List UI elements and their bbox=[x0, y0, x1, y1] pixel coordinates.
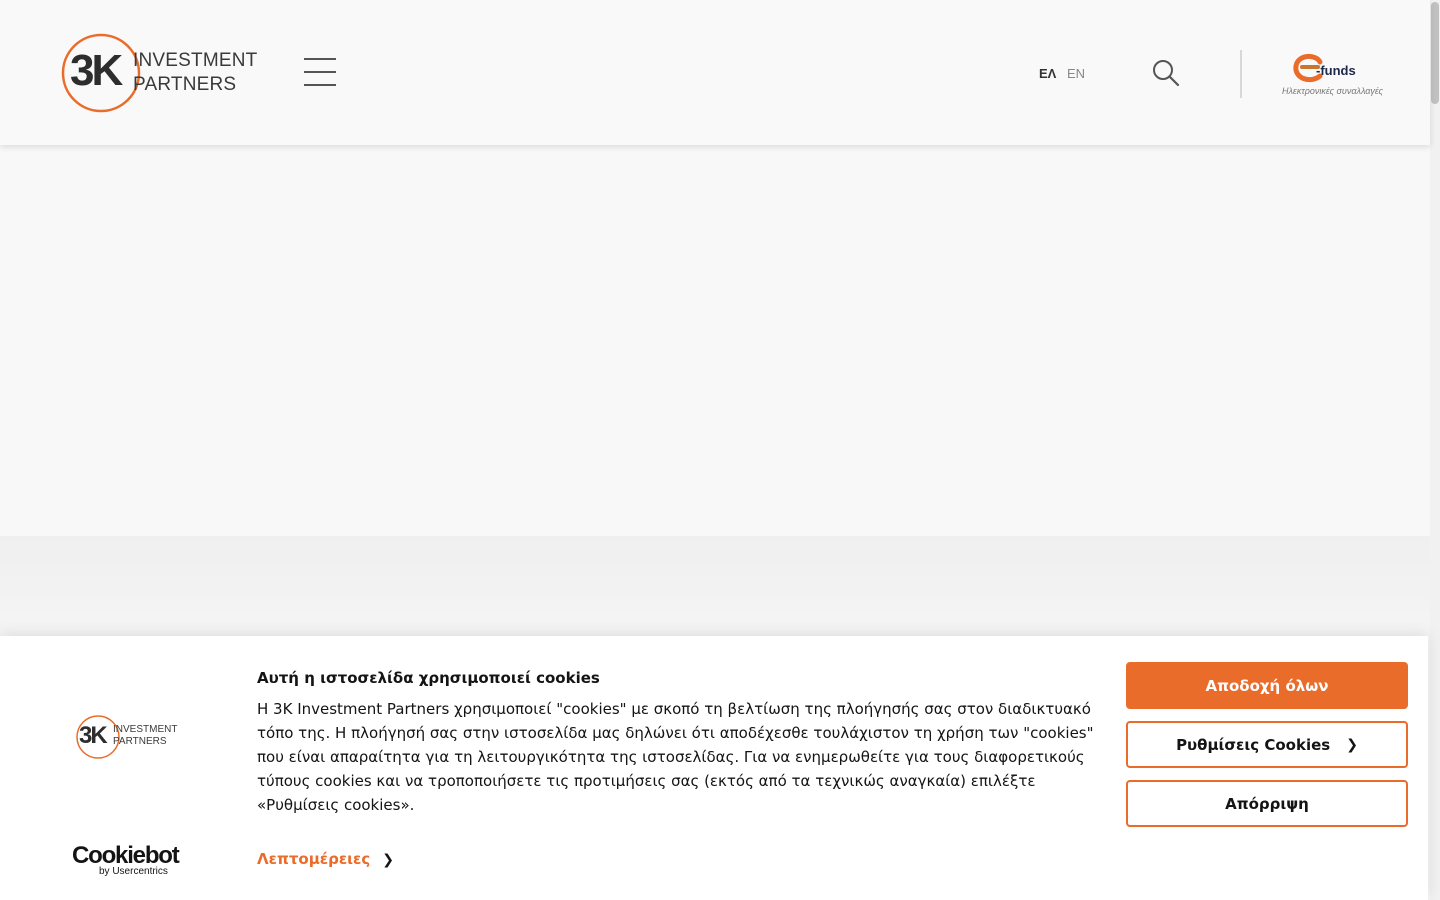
reject-button[interactable]: Απόρριψη bbox=[1126, 780, 1408, 827]
language-en[interactable]: EN bbox=[1067, 66, 1085, 81]
cookie-settings-button[interactable]: Ρυθμίσεις Cookies ❯ bbox=[1126, 721, 1408, 768]
cookie-title: Αυτή η ιστοσελίδα χρησιμοποιεί cookies bbox=[257, 669, 600, 687]
efunds-link[interactable]: -funds Ηλεκτρονικές συναλλαγές bbox=[1278, 52, 1383, 100]
hero-area bbox=[0, 145, 1430, 536]
cookiebot-name: Cookiebot bbox=[72, 842, 180, 869]
cookiebot-logo[interactable]: Cookiebot by Usercentrics bbox=[72, 842, 180, 878]
logo-mark: 3K bbox=[79, 722, 108, 749]
logo-text-line1: INVESTMENT bbox=[133, 50, 258, 71]
cookie-banner-logo: 3K INVESTMENT PARTNERS bbox=[75, 714, 178, 762]
chevron-right-icon: ❯ bbox=[382, 852, 394, 868]
scrollbar-thumb[interactable] bbox=[1431, 2, 1439, 104]
cookie-banner: 3K INVESTMENT PARTNERS Cookiebot by User… bbox=[0, 636, 1428, 900]
efunds-brand: -funds bbox=[1316, 63, 1356, 78]
cookie-description: Η 3K Investment Partners χρησιμοποιεί "c… bbox=[257, 700, 1094, 814]
page-scrollbar[interactable] bbox=[1430, 0, 1440, 900]
header-divider bbox=[1240, 50, 1242, 98]
search-icon[interactable] bbox=[1152, 59, 1180, 87]
logo-text-line2: PARTNERS bbox=[113, 736, 167, 747]
site-header: 3K INVESTMENT PARTNERS ΕΛ EN -funds Ηλεκ… bbox=[0, 0, 1430, 145]
cookiebot-by: by Usercentrics bbox=[99, 866, 168, 877]
accept-all-label: Αποδοχή όλων bbox=[1205, 676, 1329, 695]
logo-text-line2: PARTNERS bbox=[133, 74, 237, 95]
cookie-details-link[interactable]: Λεπτομέρειες ❯ bbox=[257, 850, 394, 868]
cookie-details-label: Λεπτομέρειες bbox=[257, 850, 371, 868]
cookie-settings-label: Ρυθμίσεις Cookies bbox=[1176, 735, 1331, 754]
efunds-subtitle: Ηλεκτρονικές συναλλαγές bbox=[1282, 86, 1383, 96]
logo-mark: 3K bbox=[70, 46, 123, 95]
language-el[interactable]: ΕΛ bbox=[1039, 66, 1056, 81]
chevron-right-icon: ❯ bbox=[1346, 736, 1358, 753]
reject-label: Απόρριψη bbox=[1225, 794, 1309, 813]
hamburger-menu-icon[interactable] bbox=[304, 58, 336, 86]
site-logo[interactable]: 3K INVESTMENT PARTNERS bbox=[60, 32, 257, 114]
logo-text-line1: INVESTMENT bbox=[113, 724, 178, 735]
accept-all-button[interactable]: Αποδοχή όλων bbox=[1126, 662, 1408, 709]
